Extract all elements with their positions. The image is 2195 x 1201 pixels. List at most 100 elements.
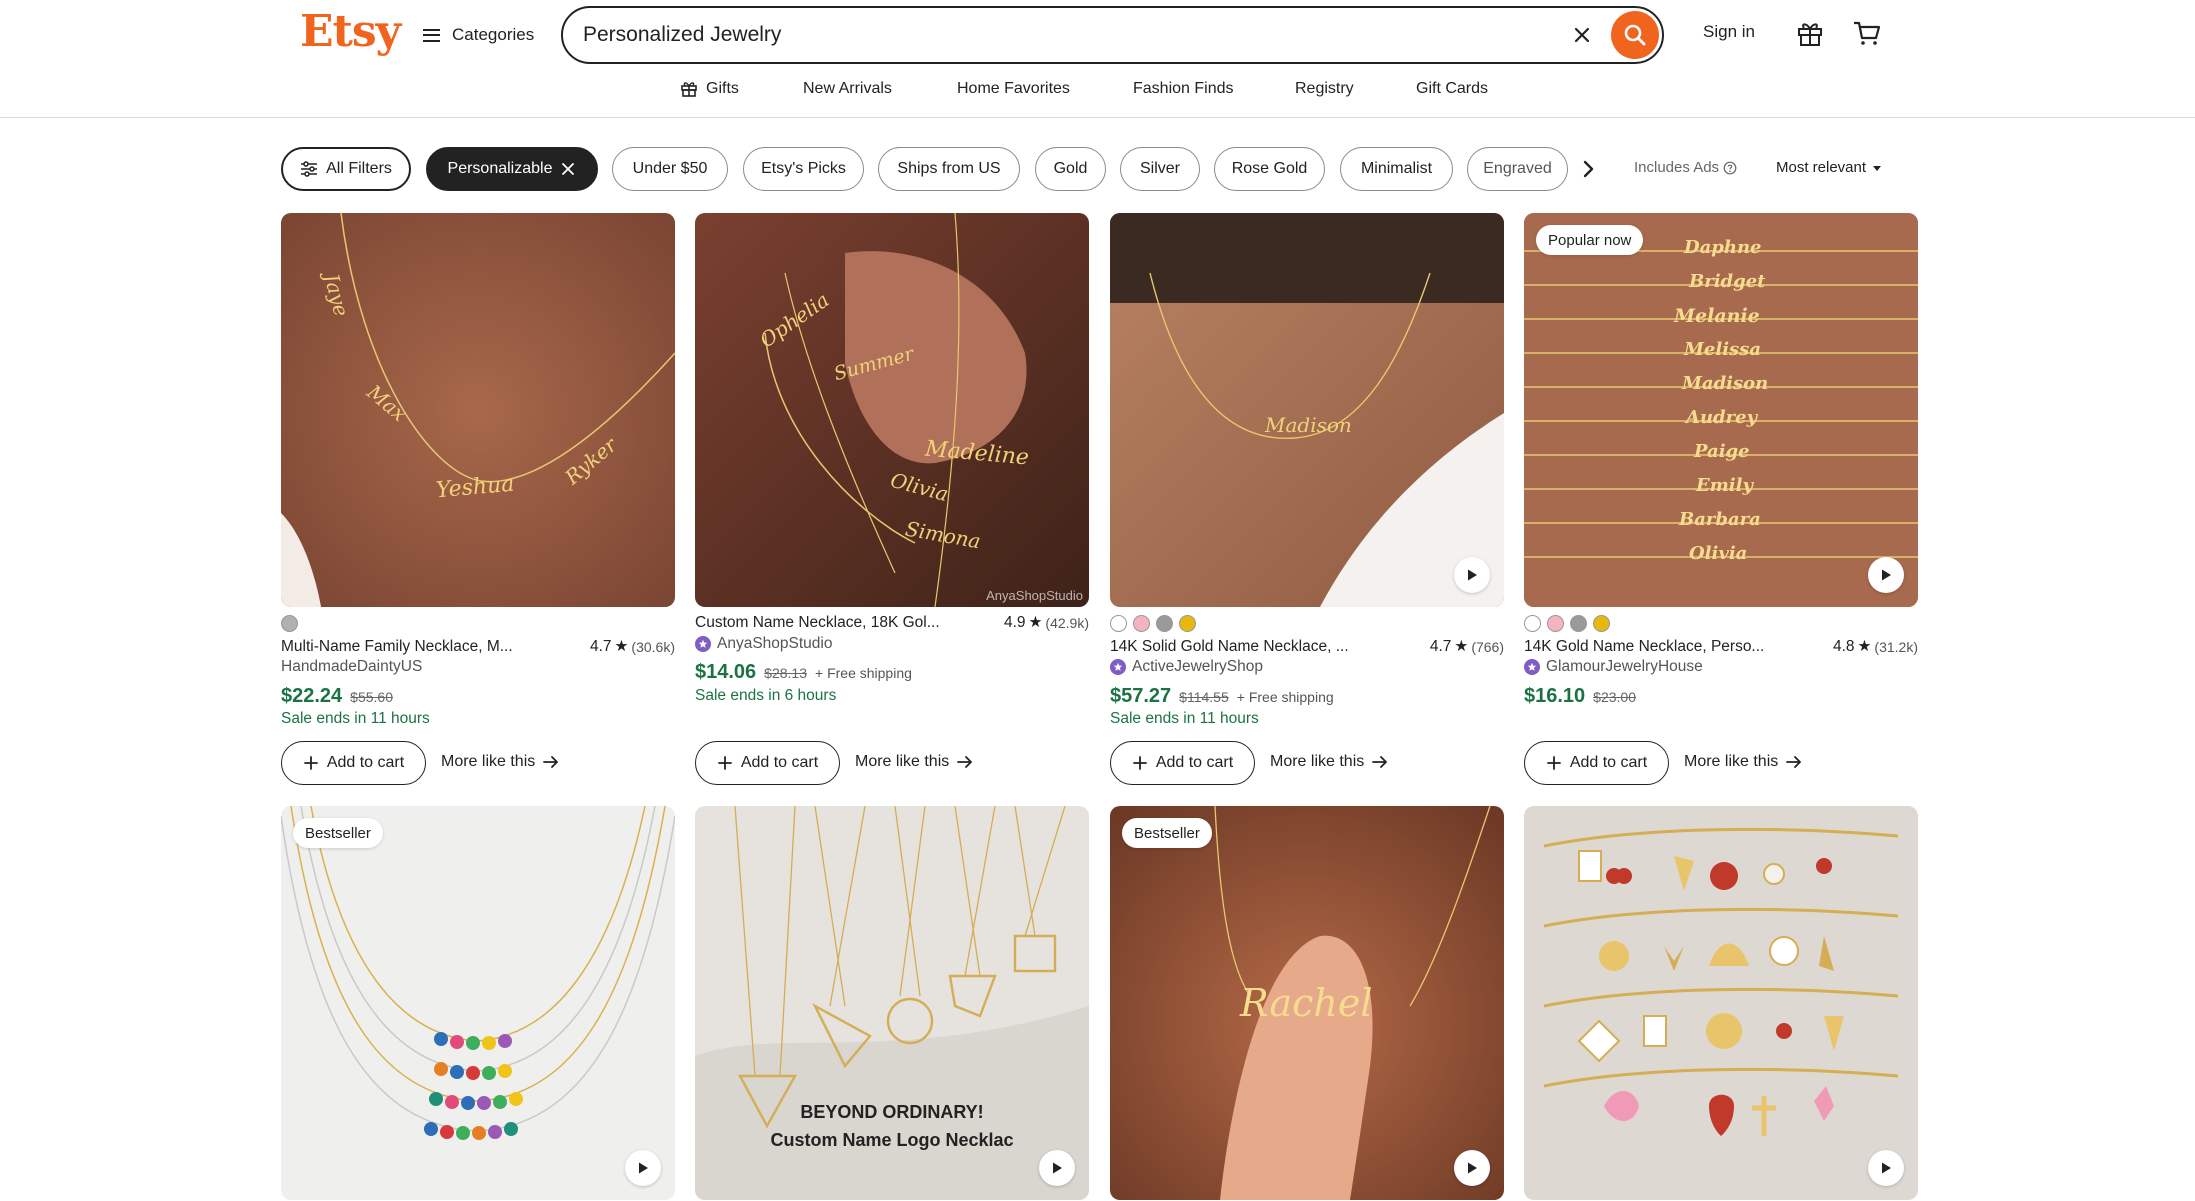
filter-chip-rose-gold[interactable]: Rose Gold (1214, 147, 1325, 191)
name-charm: Bridget (1689, 271, 1766, 292)
nav-new-arrivals[interactable]: New Arrivals (803, 80, 892, 98)
etsy-logo[interactable]: Etsy (300, 6, 401, 57)
color-swatch[interactable] (1570, 615, 1587, 632)
title-row: 14K Gold Name Necklace, Perso... 4.8 ★ (… (1524, 637, 1918, 656)
filter-chip-ships-from-us[interactable]: Ships from US (878, 147, 1020, 191)
product-image[interactable] (1524, 806, 1918, 1200)
more-like-this-link[interactable]: More like this (1684, 753, 1802, 771)
nav-registry[interactable]: Registry (1295, 80, 1354, 98)
product-image[interactable]: Ophelia Summer Madeline Olivia Simona An… (695, 213, 1089, 607)
sign-in-link[interactable]: Sign in (1703, 22, 1755, 42)
ads-label: Includes Ads (1634, 159, 1720, 176)
color-swatch[interactable] (1524, 615, 1541, 632)
product-title[interactable]: 14K Solid Gold Name Necklace, ... (1110, 638, 1349, 656)
play-video-button[interactable] (1454, 1150, 1490, 1186)
gift-icon[interactable] (1795, 18, 1825, 48)
color-swatch[interactable] (1547, 615, 1564, 632)
product-image[interactable]: Bestseller (281, 806, 675, 1200)
more-like-this-link[interactable]: More like this (1270, 753, 1388, 771)
add-to-cart-button[interactable]: Add to cart (1110, 741, 1255, 785)
shop-label: GlamourJewelryHouse (1546, 658, 1703, 675)
color-swatch[interactable] (1179, 615, 1196, 632)
play-video-button[interactable] (1039, 1150, 1075, 1186)
gift-icon (681, 82, 697, 97)
sort-dropdown[interactable]: Most relevant (1776, 159, 1882, 176)
filter-chip-under-50[interactable]: Under $50 (612, 147, 728, 191)
color-swatch[interactable] (1593, 615, 1610, 632)
color-swatch[interactable] (1156, 615, 1173, 632)
categories-button[interactable]: Categories (423, 20, 534, 50)
product-title[interactable]: Custom Name Necklace, 18K Gol... (695, 614, 940, 632)
nav-fashion-finds[interactable]: Fashion Finds (1133, 80, 1234, 98)
bestseller-badge: Bestseller (1122, 818, 1212, 848)
play-video-button[interactable] (1454, 557, 1490, 593)
filter-chip-etsys-picks[interactable]: Etsy's Picks (743, 147, 864, 191)
product-title[interactable]: 14K Gold Name Necklace, Perso... (1524, 638, 1764, 656)
arrow-right-icon (1786, 756, 1802, 768)
shop-name[interactable]: ActiveJewelryShop (1110, 658, 1263, 676)
product-image[interactable]: BEYOND ORDINARY! Custom Name Logo Neckla… (695, 806, 1089, 1200)
color-swatches (281, 615, 298, 633)
color-swatch[interactable] (281, 615, 298, 632)
play-video-button[interactable] (1868, 1150, 1904, 1186)
cart-icon[interactable] (1852, 18, 1882, 48)
product-image[interactable]: Madison (1110, 213, 1504, 607)
sale-price: $57.27 (1110, 685, 1172, 707)
chevron-right-icon[interactable] (1576, 157, 1600, 181)
nav-label: Gifts (706, 80, 739, 97)
play-icon (1882, 1162, 1891, 1174)
name-charm: Olivia (1689, 543, 1748, 564)
filter-chip-personalizable[interactable]: Personalizable (426, 147, 598, 191)
play-icon (1882, 569, 1891, 581)
plus-icon (303, 756, 318, 770)
more-like-this-link[interactable]: More like this (441, 753, 559, 771)
color-swatch[interactable] (1110, 615, 1127, 632)
add-to-cart-label: Add to cart (1569, 754, 1648, 771)
star-seller-icon (695, 636, 711, 652)
filter-chip-engraved[interactable]: Engraved (1467, 147, 1568, 191)
product-image[interactable]: Jaye Max Yeshua Ryker (281, 213, 675, 607)
filter-chip-minimalist[interactable]: Minimalist (1340, 147, 1453, 191)
play-video-button[interactable] (625, 1150, 661, 1186)
star-icon: ★ (614, 638, 629, 655)
plus-icon (1132, 756, 1147, 770)
add-to-cart-button[interactable]: Add to cart (1524, 741, 1669, 785)
includes-ads-note[interactable]: Includes Ads (1634, 159, 1737, 176)
price-row: $22.24 $55.60 (281, 685, 393, 708)
overlay-subline: Custom Name Logo Necklac (770, 1130, 1014, 1150)
play-video-button[interactable] (1868, 557, 1904, 593)
shop-label: ActiveJewelryShop (1132, 658, 1263, 675)
more-like-label: More like this (1684, 753, 1779, 770)
name-charm: Daphne (1684, 237, 1762, 258)
star-icon: ★ (1454, 638, 1469, 655)
chip-label: Engraved (1483, 160, 1552, 177)
close-icon (562, 163, 575, 175)
shop-name[interactable]: GlamourJewelryHouse (1524, 658, 1703, 676)
plus-icon (1546, 756, 1561, 770)
all-filters-button[interactable]: All Filters (281, 147, 411, 191)
search-input[interactable] (583, 16, 1483, 54)
nav-home-favorites[interactable]: Home Favorites (957, 80, 1070, 98)
filter-chip-gold[interactable]: Gold (1035, 147, 1106, 191)
rating: 4.7 ★ (766) (1430, 637, 1504, 656)
more-like-this-link[interactable]: More like this (855, 753, 973, 771)
product-image[interactable]: Rachel Bestseller (1110, 806, 1504, 1200)
price-row: $14.06 $28.13 + Free shipping (695, 661, 912, 684)
popular-now-badge: Popular now (1536, 225, 1644, 255)
search-icon (1624, 24, 1646, 46)
add-to-cart-button[interactable]: Add to cart (281, 741, 426, 785)
shop-watermark: AnyaShopStudio (986, 588, 1083, 603)
filter-chip-silver[interactable]: Silver (1120, 147, 1200, 191)
color-swatch[interactable] (1133, 615, 1150, 632)
help-icon (1723, 161, 1737, 174)
search-button[interactable] (1611, 11, 1659, 59)
nav-gifts[interactable]: Gifts (680, 80, 739, 98)
product-title[interactable]: Multi-Name Family Necklace, M... (281, 638, 513, 656)
nav-gift-cards[interactable]: Gift Cards (1416, 80, 1488, 98)
star-icon: ★ (1028, 614, 1043, 631)
add-to-cart-button[interactable]: Add to cart (695, 741, 840, 785)
shop-name[interactable]: HandmadeDaintyUS (281, 658, 422, 676)
clear-icon[interactable] (1569, 22, 1595, 48)
shop-name[interactable]: AnyaShopStudio (695, 635, 832, 653)
product-image[interactable]: Daphne Bridget Melanie Melissa Madison A… (1524, 213, 1918, 607)
